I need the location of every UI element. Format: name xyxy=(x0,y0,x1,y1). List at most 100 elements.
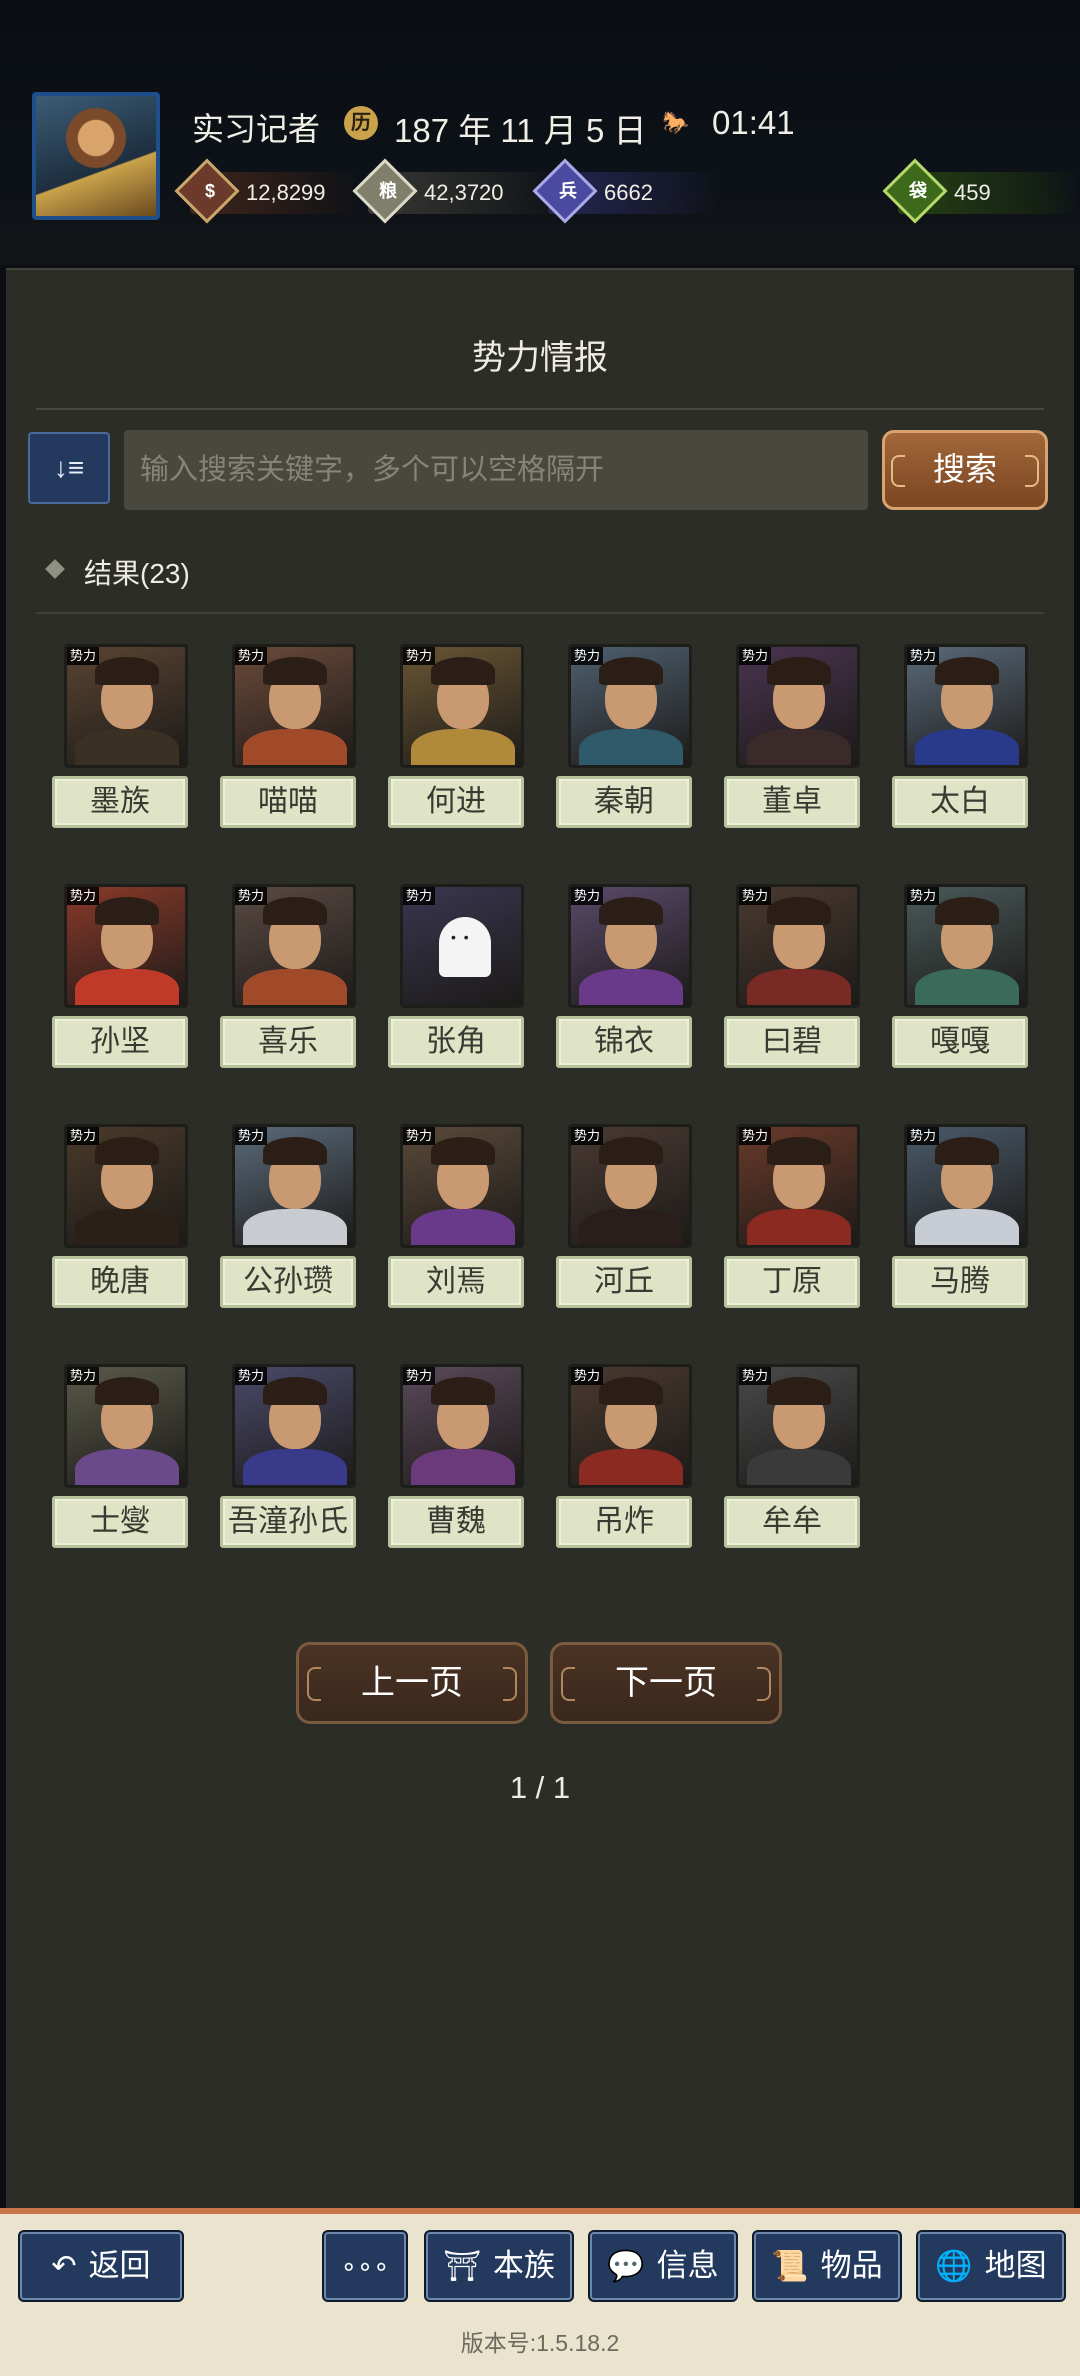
faction-leader-portrait[interactable]: 势力 xyxy=(232,1124,356,1248)
faction-name[interactable]: 秦朝 xyxy=(556,776,692,828)
faction-name[interactable]: 牟牟 xyxy=(724,1496,860,1548)
resource-soldier[interactable]: 兵 6662 xyxy=(532,158,718,224)
faction-name[interactable]: 曰碧 xyxy=(724,1016,860,1068)
faction-name[interactable]: 张角 xyxy=(388,1016,524,1068)
faction-leader-portrait[interactable]: 势力 xyxy=(64,644,188,768)
faction-name[interactable]: 墨族 xyxy=(52,776,188,828)
faction-leader-portrait[interactable]: 势力 xyxy=(568,644,692,768)
portrait-body xyxy=(915,969,1019,1005)
faction-card[interactable]: 势力刘焉 xyxy=(388,1124,556,1308)
faction-name[interactable]: 喵喵 xyxy=(220,776,356,828)
more-button[interactable]: ∘∘∘ xyxy=(324,2232,406,2300)
faction-card[interactable]: 势力河丘 xyxy=(556,1124,724,1308)
faction-leader-portrait[interactable]: 势力 xyxy=(568,1124,692,1248)
next-page-button[interactable]: 下一页 xyxy=(550,1642,782,1724)
faction-card[interactable]: 势力士燮 xyxy=(52,1364,220,1548)
faction-leader-portrait[interactable]: 势力 xyxy=(400,644,524,768)
faction-card[interactable]: 势力丁原 xyxy=(724,1124,892,1308)
info-button[interactable]: 💬 信息 xyxy=(590,2232,736,2300)
faction-card[interactable]: 势力董卓 xyxy=(724,644,892,828)
faction-card[interactable]: 势力晚唐 xyxy=(52,1124,220,1308)
resource-money-bag[interactable]: 袋 459 xyxy=(882,158,1078,224)
items-button[interactable]: 📜 物品 xyxy=(754,2232,900,2300)
faction-name[interactable]: 喜乐 xyxy=(220,1016,356,1068)
faction-card[interactable]: 势力吊炸 xyxy=(556,1364,724,1548)
faction-leader-portrait[interactable]: 势力 xyxy=(232,884,356,1008)
faction-card[interactable]: 势力马腾 xyxy=(892,1124,1060,1308)
faction-tag: 势力 xyxy=(907,1127,940,1145)
faction-tag: 势力 xyxy=(739,1127,772,1145)
faction-name[interactable]: 公孙瓒 xyxy=(220,1256,356,1308)
faction-name[interactable]: 嘎嘎 xyxy=(892,1016,1028,1068)
faction-card[interactable]: 势力喵喵 xyxy=(220,644,388,828)
faction-tag: 势力 xyxy=(235,1127,268,1145)
map-button[interactable]: 🌐 地图 xyxy=(918,2232,1064,2300)
faction-leader-portrait[interactable]: 势力 xyxy=(736,1364,860,1488)
faction-card[interactable]: 势力张角 xyxy=(388,884,556,1068)
faction-name[interactable]: 孙坚 xyxy=(52,1016,188,1068)
search-input[interactable] xyxy=(124,430,868,510)
faction-card[interactable]: 势力墨族 xyxy=(52,644,220,828)
faction-leader-portrait[interactable]: 势力 xyxy=(400,1124,524,1248)
faction-name[interactable]: 吊炸 xyxy=(556,1496,692,1548)
faction-name[interactable]: 晚唐 xyxy=(52,1256,188,1308)
faction-leader-portrait[interactable]: 势力 xyxy=(736,644,860,768)
faction-leader-portrait[interactable]: 势力 xyxy=(232,644,356,768)
faction-card[interactable]: 势力吾潼孙氏 xyxy=(220,1364,388,1548)
clan-button[interactable]: ⛩ 本族 xyxy=(426,2232,572,2300)
panel-title: 势力情报 xyxy=(472,339,608,377)
faction-leader-portrait[interactable]: 势力 xyxy=(736,1124,860,1248)
faction-leader-portrait[interactable]: 势力 xyxy=(64,1124,188,1248)
faction-leader-portrait[interactable]: 势力 xyxy=(568,1364,692,1488)
faction-leader-portrait[interactable]: 势力 xyxy=(64,1364,188,1488)
faction-name[interactable]: 士燮 xyxy=(52,1496,188,1548)
faction-card[interactable]: 势力太白 xyxy=(892,644,1060,828)
more-icon: ∘∘∘ xyxy=(340,2251,390,2281)
resource-grain[interactable]: 粮 42,3720 xyxy=(352,158,558,224)
faction-leader-portrait[interactable]: 势力 xyxy=(232,1364,356,1488)
player-avatar[interactable] xyxy=(32,92,160,220)
portrait-body xyxy=(243,969,347,1005)
portrait-hair xyxy=(263,1377,327,1405)
back-button[interactable]: ↶ 返回 xyxy=(20,2232,182,2300)
faction-card[interactable]: 势力曹魏 xyxy=(388,1364,556,1548)
faction-card[interactable]: 势力曰碧 xyxy=(724,884,892,1068)
sort-button[interactable]: ↓≡ xyxy=(28,432,110,504)
search-button[interactable]: 搜索 xyxy=(882,430,1048,510)
faction-name[interactable]: 何进 xyxy=(388,776,524,828)
divider xyxy=(36,408,1044,410)
faction-card[interactable]: 势力秦朝 xyxy=(556,644,724,828)
resource-coin[interactable]: $ 12,8299 xyxy=(174,158,360,224)
prev-page-button[interactable]: 上一页 xyxy=(296,1642,528,1724)
faction-name[interactable]: 刘焉 xyxy=(388,1256,524,1308)
faction-name[interactable]: 董卓 xyxy=(724,776,860,828)
faction-leader-portrait[interactable]: 势力 xyxy=(568,884,692,1008)
faction-card[interactable]: 势力嘎嘎 xyxy=(892,884,1060,1068)
faction-leader-portrait[interactable]: 势力 xyxy=(904,1124,1028,1248)
faction-leader-portrait[interactable]: 势力 xyxy=(64,884,188,1008)
faction-card[interactable]: 势力何进 xyxy=(388,644,556,828)
faction-name[interactable]: 曹魏 xyxy=(388,1496,524,1548)
faction-name[interactable]: 丁原 xyxy=(724,1256,860,1308)
faction-name[interactable]: 马腾 xyxy=(892,1256,1028,1308)
faction-leader-portrait[interactable]: 势力 xyxy=(400,884,524,1008)
faction-leader-portrait[interactable]: 势力 xyxy=(400,1364,524,1488)
faction-tag: 势力 xyxy=(67,1127,100,1145)
faction-card[interactable]: 势力牟牟 xyxy=(724,1364,892,1548)
faction-leader-portrait[interactable]: 势力 xyxy=(904,884,1028,1008)
faction-tag: 势力 xyxy=(403,1127,436,1145)
faction-name[interactable]: 太白 xyxy=(892,776,1028,828)
faction-leader-portrait[interactable]: 势力 xyxy=(736,884,860,1008)
portrait-hair xyxy=(263,897,327,925)
faction-card[interactable]: 势力喜乐 xyxy=(220,884,388,1068)
faction-card[interactable]: 势力公孙瓒 xyxy=(220,1124,388,1308)
faction-card[interactable]: 势力孙坚 xyxy=(52,884,220,1068)
portrait-hair xyxy=(935,1137,999,1165)
faction-card[interactable]: 势力锦衣 xyxy=(556,884,724,1068)
faction-name[interactable]: 锦衣 xyxy=(556,1016,692,1068)
faction-leader-portrait[interactable]: 势力 xyxy=(904,644,1028,768)
faction-name[interactable]: 吾潼孙氏 xyxy=(220,1496,356,1548)
faction-name[interactable]: 河丘 xyxy=(556,1256,692,1308)
faction-grid: 势力墨族势力喵喵势力何进势力秦朝势力董卓势力太白势力孙坚势力喜乐势力张角势力锦衣… xyxy=(52,644,1042,1548)
grain-value: 42,3720 xyxy=(424,180,504,205)
